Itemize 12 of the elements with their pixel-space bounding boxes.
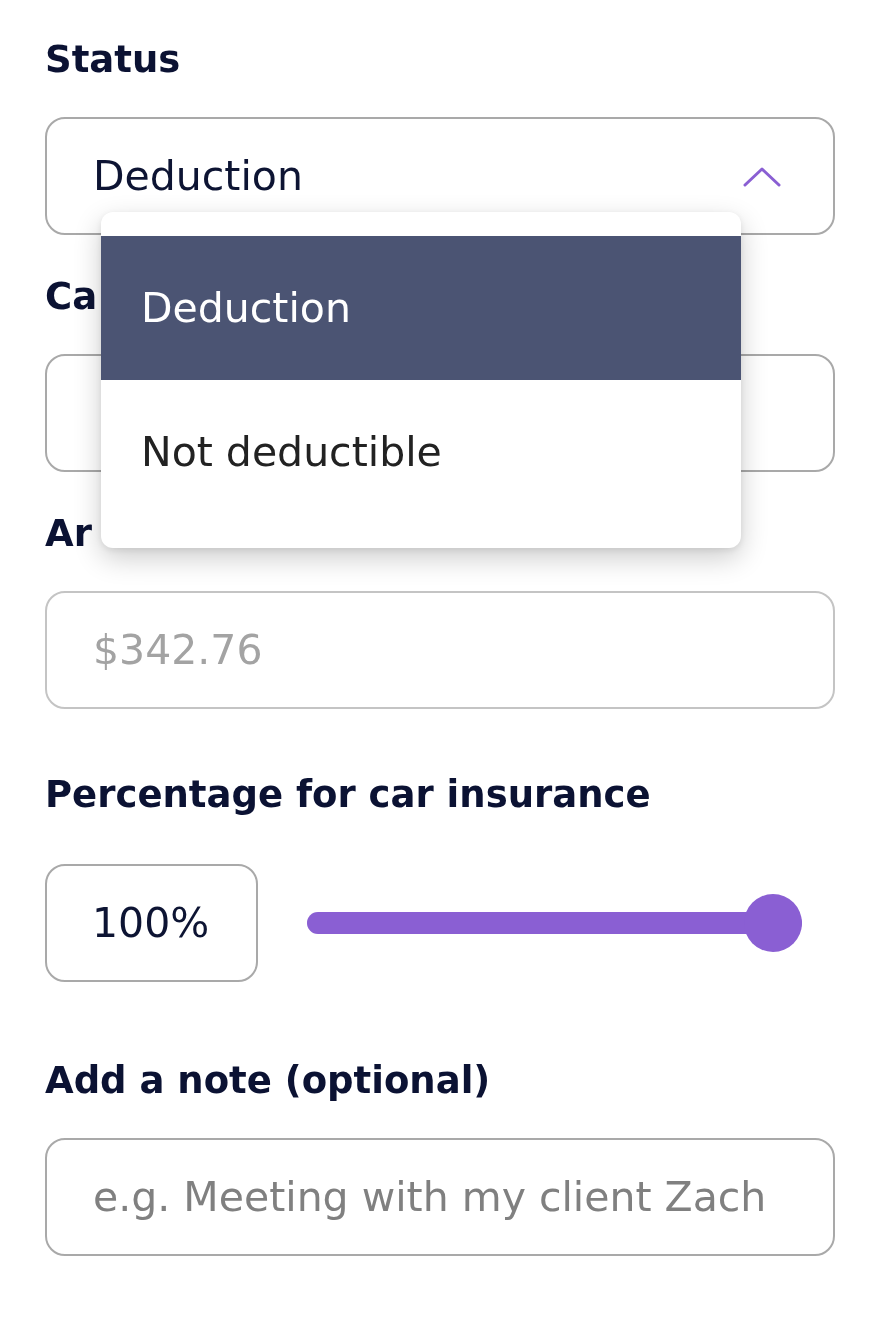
field-label: Add a note (optional) bbox=[45, 1059, 491, 1103]
field-label: Ca bbox=[45, 275, 98, 319]
field-label: Ar bbox=[45, 512, 92, 556]
slider-thumb[interactable] bbox=[744, 894, 802, 952]
chevron-up-icon bbox=[743, 165, 781, 187]
dropdown-option[interactable]: Not deductible bbox=[101, 380, 741, 524]
percentage-field[interactable]: 100% bbox=[45, 864, 258, 982]
field-label: Status bbox=[45, 38, 181, 82]
field-label: Percentage for car insurance bbox=[45, 773, 651, 817]
slider-track[interactable] bbox=[307, 894, 802, 952]
dropdown-option[interactable]: Deduction bbox=[101, 236, 741, 380]
input-field[interactable]: e.g. Meeting with my client Zach bbox=[45, 1138, 835, 1256]
